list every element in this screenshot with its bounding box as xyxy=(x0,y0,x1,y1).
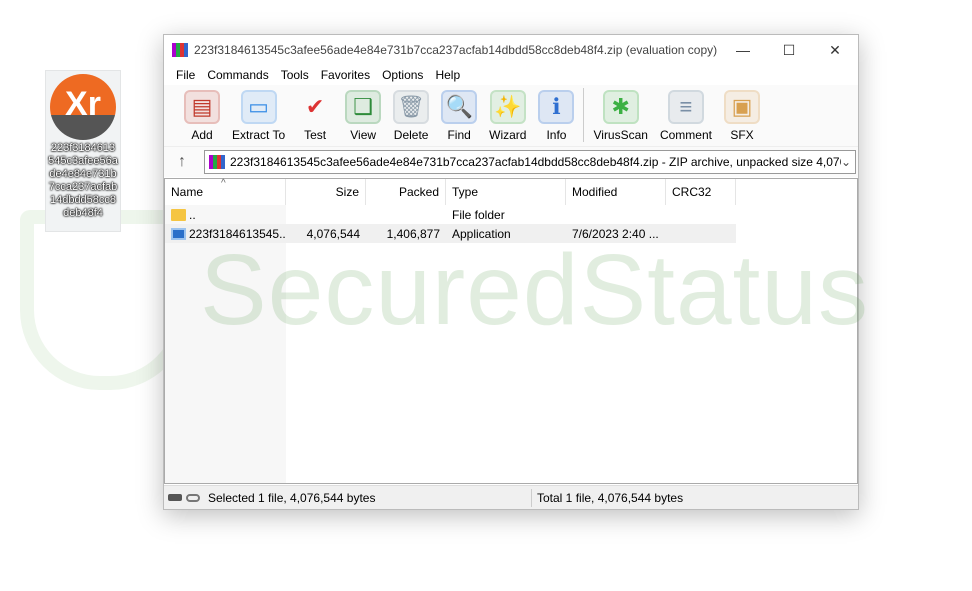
toolbar-label: Extract To xyxy=(232,128,286,142)
wizard-button[interactable]: ✨ Wizard xyxy=(483,90,532,146)
drive-icon xyxy=(168,494,182,501)
wand-icon: ✨ xyxy=(489,90,526,124)
cell-modified: 7/6/2023 2:40 ... xyxy=(566,227,666,241)
bug-icon: ✱ xyxy=(602,90,639,124)
column-label: Size xyxy=(335,185,359,199)
sort-ascending-icon: ^ xyxy=(221,178,226,189)
cell-text: 7/6/2023 2:40 ... xyxy=(572,226,659,241)
clipboard-check-icon: ✔ xyxy=(305,94,325,119)
window-title: 223f3184613545c3afee56ade4e84e731b7cca23… xyxy=(194,43,718,57)
magnifier-icon: 🔍 xyxy=(441,90,478,124)
toolbar-label: Test xyxy=(304,128,327,142)
cell-packed: 1,406,877 xyxy=(366,227,446,241)
cell-text: 223f3184613545... xyxy=(189,226,286,241)
app-logo-icon: Xr xyxy=(50,74,116,140)
table-row[interactable]: .. File folder xyxy=(165,205,736,224)
sfx-button[interactable]: ▣ SFX xyxy=(718,90,766,146)
comment-button[interactable]: ≡ Comment xyxy=(654,90,718,146)
toolbar-label: Find xyxy=(447,128,471,142)
info-icon: ℹ xyxy=(538,90,575,124)
toolbar-separator xyxy=(583,88,585,142)
folder-icon xyxy=(171,209,186,222)
cell-text: 4,076,544 xyxy=(306,226,360,241)
menu-options[interactable]: Options xyxy=(376,68,429,82)
column-header-name[interactable]: Name ^ xyxy=(165,178,286,205)
column-headers: Name ^ Size Packed Type Modified CRC32 xyxy=(165,178,857,205)
toolbar-label: VirusScan xyxy=(593,128,648,142)
extract-to-button[interactable]: ▭ Extract To xyxy=(226,90,291,146)
address-text: 223f3184613545c3afee56ade4e84e731b7cca23… xyxy=(230,155,841,169)
add-button[interactable]: ▤ Add xyxy=(178,90,226,146)
virusscan-button[interactable]: ✱ VirusScan xyxy=(587,90,653,146)
chevron-down-icon[interactable]: ⌄ xyxy=(841,155,855,169)
book-icon: ❑ xyxy=(345,90,382,124)
toolbar-label: View xyxy=(350,128,377,142)
toolbar-label: Wizard xyxy=(489,128,527,142)
file-list: Name ^ Size Packed Type Modified CRC32 .. File … xyxy=(164,178,858,484)
close-button[interactable]: ✕ xyxy=(812,42,858,59)
application-icon xyxy=(171,228,186,241)
column-label: CRC32 xyxy=(672,185,712,199)
table-row[interactable]: 223f3184613545... 4,076,544 1,406,877 Appli… xyxy=(165,224,736,243)
key-icon xyxy=(186,493,200,502)
find-button[interactable]: 🔍 Find xyxy=(435,90,483,146)
cell-text: 1,406,877 xyxy=(386,226,440,241)
status-selected: Selected 1 file, 4,076,544 bytes xyxy=(208,490,376,505)
column-header-packed[interactable]: Packed xyxy=(366,179,446,205)
winrar-window: 223f3184613545c3afee56ade4e84e731b7cca23… xyxy=(163,34,859,510)
menu-tools[interactable]: Tools xyxy=(275,68,315,82)
menu-file[interactable]: File xyxy=(170,68,201,82)
cell-text: .. xyxy=(189,207,196,222)
column-label: Packed xyxy=(398,185,439,199)
up-arrow-icon[interactable]: ↑ xyxy=(178,153,204,171)
title-bar: 223f3184613545c3afee56ade4e84e731b7cca23… xyxy=(164,35,858,65)
cell-name: 223f3184613545... xyxy=(165,227,286,241)
toolbar-label: Delete xyxy=(393,128,429,142)
toolbar-label: Add xyxy=(191,128,213,142)
menu-favorites[interactable]: Favorites xyxy=(315,68,376,82)
books-icon: ▤ xyxy=(184,90,220,124)
trash-icon: 🗑 xyxy=(393,90,430,124)
comment-icon: ≡ xyxy=(667,90,704,124)
menu-help[interactable]: Help xyxy=(429,68,466,82)
status-total: Total 1 file, 4,076,544 bytes xyxy=(537,490,684,505)
desktop-file-label: 223f3184613545c3afee56ade4e84e731b7cca23… xyxy=(48,142,118,219)
address-combobox[interactable]: 223f3184613545c3afee56ade4e84e731b7cca23… xyxy=(204,150,856,174)
column-header-size[interactable]: Size xyxy=(286,179,366,205)
column-header-modified[interactable]: Modified xyxy=(566,179,666,205)
toolbar-label: SFX xyxy=(730,128,754,142)
cell-size: 4,076,544 xyxy=(286,227,366,241)
winrar-icon xyxy=(172,43,188,57)
toolbar-label: Info xyxy=(546,128,567,142)
status-bar: Selected 1 file, 4,076,544 bytes Total 1… xyxy=(164,485,858,509)
archive-icon xyxy=(209,155,225,169)
desktop-file-icon[interactable]: Xr 223f3184613545c3afee56ade4e84e731b7cc… xyxy=(45,70,121,232)
menu-bar: File Commands Tools Favorites Options Help xyxy=(164,65,858,85)
column-label: Name xyxy=(171,185,204,199)
delete-button[interactable]: 🗑 Delete xyxy=(387,90,435,146)
cell-type: Application xyxy=(446,227,566,241)
cell-text: File folder xyxy=(452,207,505,222)
minimize-button[interactable]: — xyxy=(720,42,766,58)
maximize-button[interactable]: ☐ xyxy=(766,42,812,59)
toolbar: ▤ Add ▭ Extract To ✔ Test ❑ View 🗑 Delete 🔍 Find ✨ Wi… xyxy=(164,85,858,147)
view-button[interactable]: ❑ View xyxy=(339,90,387,146)
address-bar: ↑ 223f3184613545c3afee56ade4e84e731b7cca… xyxy=(164,147,858,177)
column-label: Modified xyxy=(572,185,618,199)
menu-commands[interactable]: Commands xyxy=(201,68,274,82)
box-icon: ▣ xyxy=(723,90,760,124)
column-header-type[interactable]: Type xyxy=(446,179,566,205)
toolbar-label: Comment xyxy=(659,128,712,142)
cell-type: File folder xyxy=(446,208,566,222)
cell-text: Application xyxy=(452,226,511,241)
column-header-crc32[interactable]: CRC32 xyxy=(666,179,736,205)
cell-name: .. xyxy=(165,208,286,222)
test-button[interactable]: ✔ Test xyxy=(291,90,339,146)
folder-icon: ▭ xyxy=(240,90,277,124)
info-button[interactable]: ℹ Info xyxy=(532,90,580,146)
column-label: Type xyxy=(452,185,479,199)
